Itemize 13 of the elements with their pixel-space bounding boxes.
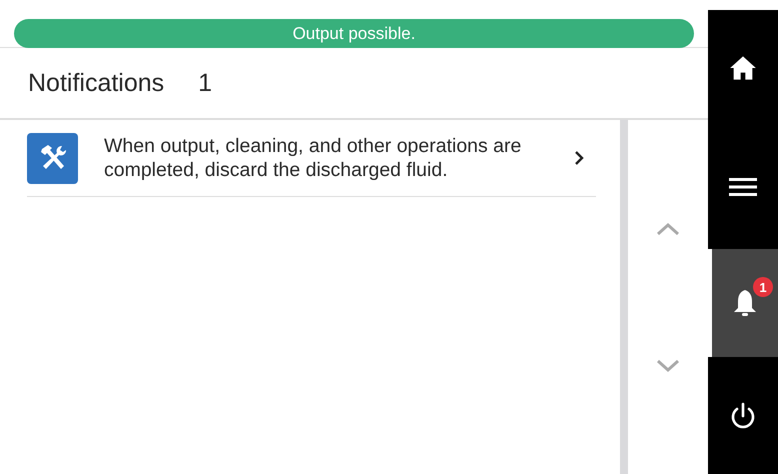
notification-count: 1: [198, 68, 212, 98]
notifications-button[interactable]: 1: [708, 249, 778, 357]
tools-icon: [27, 132, 78, 184]
menu-icon: [729, 177, 757, 197]
power-icon: [729, 400, 757, 430]
notification-item[interactable]: When output, cleaning, and other operations are completed, discard the discharged fluid.: [27, 120, 596, 197]
notification-text: When output, cleaning, and other operations are completed, discard the discharged fluid.: [104, 134, 522, 182]
home-icon: [729, 54, 757, 80]
status-bar: Output possible.: [14, 19, 694, 48]
notification-badge: 1: [753, 277, 773, 297]
bell-icon: [732, 288, 758, 318]
chevron-right-icon: [574, 150, 584, 166]
page-title: Notifications: [28, 68, 164, 98]
